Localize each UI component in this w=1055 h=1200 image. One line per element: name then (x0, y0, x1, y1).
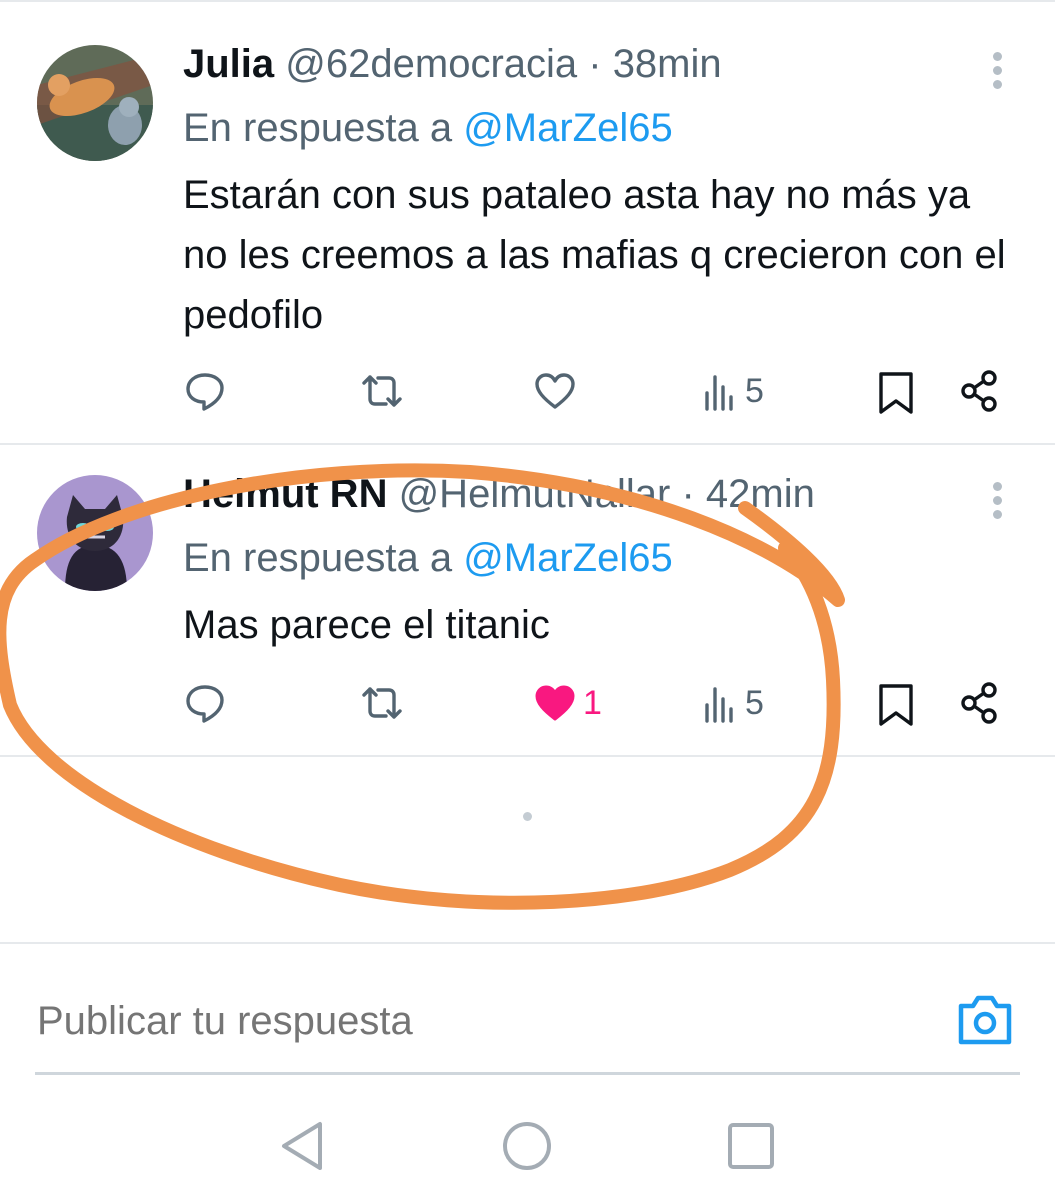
nav-home-button[interactable] (501, 1120, 553, 1177)
reply-button[interactable] (183, 678, 227, 728)
views-icon (705, 375, 733, 411)
heart-icon (535, 373, 575, 409)
avatar-image (37, 45, 153, 161)
separator: · (577, 42, 613, 86)
reply-context: En respuesta a @MarZel65 (183, 534, 673, 582)
like-count: 1 (583, 683, 602, 722)
more-icon[interactable] (985, 52, 1009, 96)
bookmark-icon (879, 372, 913, 414)
back-triangle-icon (282, 1122, 322, 1170)
separator: · (670, 472, 706, 516)
views-button[interactable]: 5 (703, 366, 764, 416)
tweet-text: Estarán con sus pataleo asta hay no más … (183, 173, 1006, 337)
timestamp[interactable]: 38min (613, 42, 722, 86)
bookmark-button[interactable] (876, 680, 916, 730)
recents-square-icon (728, 1123, 774, 1169)
author-handle[interactable]: @HelmutNallar (399, 472, 671, 516)
reply-input[interactable] (37, 993, 887, 1049)
avatar[interactable] (37, 45, 153, 161)
nav-recents-button[interactable] (726, 1121, 776, 1176)
bookmark-icon (879, 684, 913, 726)
views-icon (705, 687, 733, 723)
timestamp[interactable]: 42min (706, 472, 815, 516)
more-icon[interactable] (985, 482, 1009, 526)
author-handle[interactable]: @62democracia (285, 42, 577, 86)
views-button[interactable]: 5 (703, 678, 764, 728)
reply-context: En respuesta a @MarZel65 (183, 104, 673, 152)
bookmark-button[interactable] (876, 368, 916, 418)
tweet-text: Mas parece el titanic (183, 603, 550, 647)
camera-icon (958, 995, 1012, 1045)
share-button[interactable] (957, 678, 1001, 728)
share-icon (961, 682, 997, 724)
reply-mention[interactable]: @MarZel65 (463, 536, 673, 580)
author-name[interactable]: Julia (183, 42, 274, 86)
reply-mention[interactable]: @MarZel65 (463, 106, 673, 150)
view-count: 5 (745, 683, 764, 722)
heart-icon (535, 685, 575, 721)
tweet[interactable]: Julia @62democracia · 38min En respuesta… (0, 0, 1055, 445)
retweet-icon (362, 375, 402, 407)
retweet-button[interactable] (358, 678, 406, 728)
home-circle-icon (503, 1122, 551, 1170)
retweet-icon (362, 687, 402, 719)
reply-prefix: En respuesta a (183, 536, 464, 580)
camera-button[interactable] (955, 992, 1015, 1048)
tweet[interactable]: Helmut RN @HelmutNallar · 42min En respu… (0, 445, 1055, 757)
share-icon (961, 370, 997, 412)
view-count: 5 (745, 371, 764, 410)
compose-divider (0, 942, 1055, 944)
avatar[interactable] (37, 475, 153, 591)
reply-icon (186, 685, 224, 723)
share-button[interactable] (957, 366, 1001, 416)
nav-back-button[interactable] (278, 1120, 328, 1177)
reply-button[interactable] (183, 366, 227, 416)
reply-icon (186, 373, 224, 411)
retweet-button[interactable] (358, 366, 406, 416)
tweet-header: Helmut RN @HelmutNallar · 42min (183, 470, 815, 518)
avatar-image (37, 475, 153, 591)
author-name[interactable]: Helmut RN (183, 472, 387, 516)
input-underline (35, 1072, 1020, 1075)
tweet-header: Julia @62democracia · 38min (183, 40, 722, 88)
reply-prefix: En respuesta a (183, 106, 464, 150)
like-button[interactable]: 1 (533, 678, 602, 728)
like-button[interactable] (533, 366, 583, 416)
loading-dot (523, 812, 532, 821)
